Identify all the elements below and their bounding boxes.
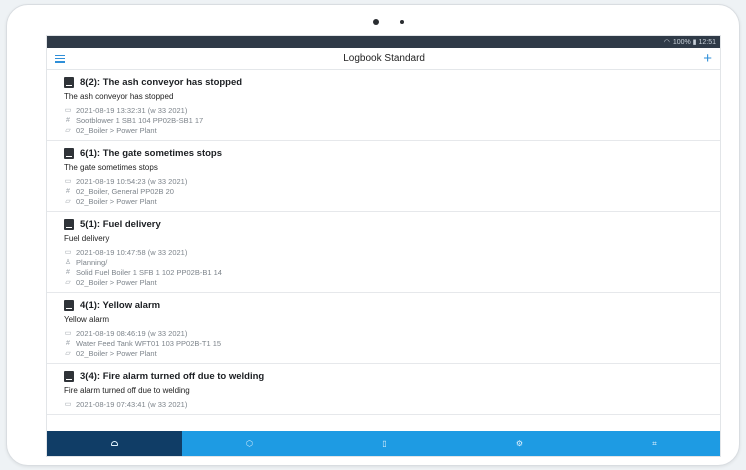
entry-folder-row: ▱ 02_Boiler > Power Plant	[64, 196, 708, 206]
person-icon: ♙	[64, 259, 72, 266]
entry-folder: 02_Boiler > Power Plant	[76, 277, 157, 287]
sensor-dot	[400, 20, 404, 24]
app-screen: ◠ 100% ▮ 12:51 Logbook Standard + 8(2): …	[46, 35, 721, 457]
app-header: Logbook Standard +	[47, 48, 720, 70]
calendar-icon: ▭	[64, 107, 72, 114]
tablet-frame: ◠ 100% ▮ 12:51 Logbook Standard + 8(2): …	[6, 4, 740, 466]
book-icon	[64, 299, 74, 311]
entry-folder: 02_Boiler > Power Plant	[76, 125, 157, 135]
entry-title: 3(4): Fire alarm turned off due to weldi…	[80, 370, 265, 382]
entry-date-row: ▭ 2021-08-19 07:43:41 (w 33 2021)	[64, 399, 708, 409]
entry-description: Yellow alarm	[64, 315, 110, 324]
book-icon	[64, 76, 74, 88]
home-icon	[111, 441, 118, 446]
hash-icon: #	[66, 268, 70, 276]
folder-icon: ▱	[65, 198, 71, 205]
wifi-icon: ◠	[663, 39, 670, 46]
status-bar: ◠ 100% ▮ 12:51	[47, 36, 720, 48]
book-icon	[64, 370, 74, 382]
entry-tag-row: #02_Boiler, General PP02B 20	[64, 186, 708, 196]
entry-tag: Solid Fuel Boiler 1 SFB 1 102 PP02B-B1 1…	[76, 267, 222, 277]
book-icon	[64, 218, 74, 230]
scan-icon: ⌗	[652, 438, 657, 448]
calendar-icon: ▭	[64, 249, 72, 256]
logbook-entry[interactable]: 3(4): Fire alarm turned off due to weldi…	[47, 364, 720, 415]
nav-scan[interactable]: ⌗	[587, 431, 720, 456]
hash-icon: #	[66, 187, 70, 195]
book-icon	[64, 147, 74, 159]
entry-tag: Water Feed Tank WFT01 103 PP02B-T1 15	[76, 338, 222, 348]
entry-folder-row: ▱ 02_Boiler > Power Plant	[64, 125, 708, 135]
entry-title: 6(1): The gate sometimes stops	[80, 147, 223, 159]
entry-title: 4(1): Yellow alarm	[80, 299, 161, 311]
calendar-icon: ▭	[64, 178, 72, 185]
folder-icon: ▱	[65, 279, 71, 286]
logbook-entry[interactable]: 8(2): The ash conveyor has stopped The a…	[47, 70, 720, 141]
hash-icon: #	[66, 116, 70, 124]
entry-tag: 02_Boiler, General PP02B 20	[76, 186, 174, 196]
nav-settings[interactable]: ⚙	[452, 431, 587, 456]
entry-date-row: ▭ 2021-08-19 13:32:31 (w 33 2021)	[64, 105, 708, 115]
entry-tag-row: # Sootblower 1 SB1 104 PP02B-SB1 17	[64, 115, 708, 125]
folder-icon: ▱	[65, 350, 71, 357]
entry-date: 2021-08-19 13:32:31 (w 33 2021)	[76, 105, 188, 115]
entry-folder: 02_Boiler > Power Plant	[76, 348, 157, 358]
entry-person-row: ♙ Planning/	[64, 257, 708, 267]
logbook-list[interactable]: 8(2): The ash conveyor has stopped The a…	[47, 70, 720, 435]
entry-description: The gate sometimes stops	[64, 163, 158, 172]
nav-documents[interactable]: ▯	[317, 431, 452, 456]
document-icon: ▯	[382, 439, 387, 448]
calendar-icon: ▭	[64, 401, 72, 408]
logbook-entry[interactable]: 4(1): Yellow alarm Yellow alarm ▭ 2021-08…	[47, 293, 720, 364]
menu-icon[interactable]	[55, 54, 65, 63]
entry-tag-row: # Solid Fuel Boiler 1 SFB 1 102 PP02B-B1 …	[64, 267, 708, 277]
entry-date: 2021-08-19 07:43:41 (w 33 2021)	[76, 399, 188, 409]
entry-description: Fuel delivery	[64, 234, 110, 243]
hash-icon: #	[66, 339, 70, 347]
page-title: Logbook Standard	[343, 53, 425, 64]
entry-description: The ash conveyor has stopped	[64, 92, 174, 101]
entry-date-row: ▭ 2021-08-19 08:46:19 (w 33 2021)	[64, 328, 708, 338]
entry-tag-row: # Water Feed Tank WFT01 103 PP02B-T1 15	[64, 338, 708, 348]
folder-icon: ▱	[65, 127, 71, 134]
entry-folder: 02_Boiler > Power Plant	[76, 196, 157, 206]
entry-folder-row: ▱ 02_Boiler > Power Plant	[64, 277, 708, 287]
entry-date: 2021-08-19 10:54:23 (w 33 2021)	[76, 176, 188, 186]
calendar-icon: ▭	[64, 330, 72, 337]
entry-description: Fire alarm turned off due to welding	[64, 386, 190, 395]
entry-date: 2021-08-19 10:47:58 (w 33 2021)	[76, 247, 188, 257]
entry-title: 5(1): Fuel delivery	[80, 218, 161, 230]
settings-icon: ⚙	[515, 439, 524, 448]
logbook-entry[interactable]: 5(1): Fuel delivery Fuel delivery ▭ 2021-…	[47, 212, 720, 293]
nav-items[interactable]: ⬡	[182, 431, 317, 456]
entry-tag: Sootblower 1 SB1 104 PP02B-SB1 17	[76, 115, 204, 125]
camera-dot	[373, 19, 379, 25]
entry-person: Planning/	[76, 257, 108, 267]
bottom-navigation: ⬡ ▯ ⚙ ⌗	[47, 431, 720, 456]
entry-date-row: ▭ 2021-08-19 10:47:58 (w 33 2021)	[64, 247, 708, 257]
entry-title: 8(2): The ash conveyor has stopped	[80, 76, 243, 88]
logbook-entry[interactable]: 6(1): The gate sometimes stops The gate …	[47, 141, 720, 212]
status-text: 100% ▮ 12:51	[672, 39, 716, 46]
add-entry-button[interactable]: +	[703, 51, 712, 66]
box-icon: ⬡	[246, 439, 253, 448]
nav-home[interactable]	[47, 431, 182, 456]
entry-folder-row: ▱ 02_Boiler > Power Plant	[64, 348, 708, 358]
entry-date: 2021-08-19 08:46:19 (w 33 2021)	[76, 328, 188, 338]
entry-date-row: ▭ 2021-08-19 10:54:23 (w 33 2021)	[64, 176, 708, 186]
